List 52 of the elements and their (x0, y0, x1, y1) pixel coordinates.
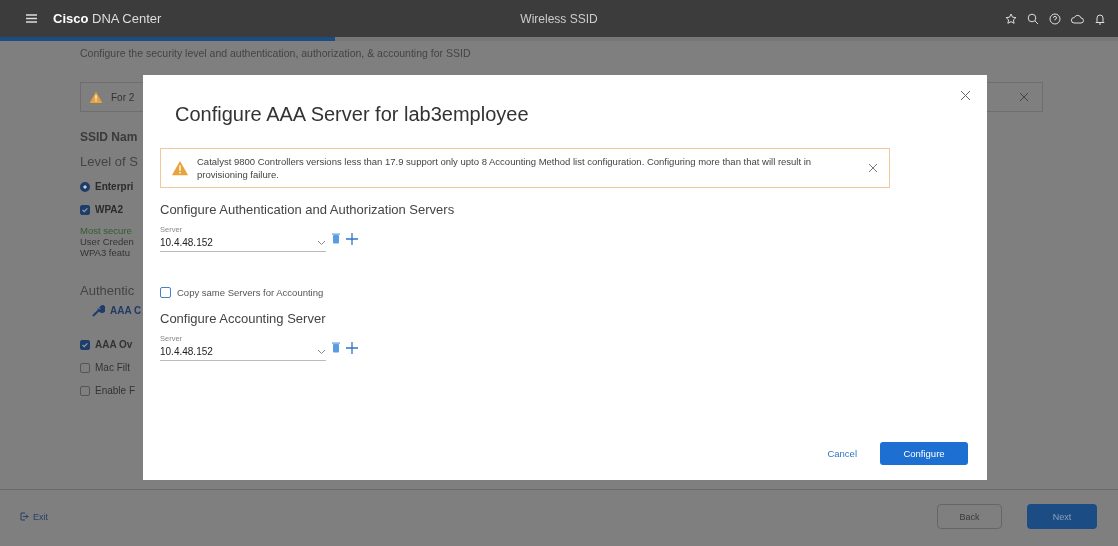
configure-button[interactable]: Configure (880, 442, 968, 465)
alert-text: Catalyst 9800 Controllers versions less than 17.9 support only upto 8 Accounting Method list configuration. Configuring more than that will result in provisioning failure. (197, 155, 813, 181)
option-label: Enterpri (95, 181, 134, 192)
checkbox[interactable] (80, 204, 90, 215)
exit-link[interactable]: Exit (33, 511, 48, 522)
menu-icon[interactable] (26, 14, 37, 23)
checkbox[interactable] (80, 362, 90, 373)
aaa-link[interactable]: AAA C (110, 305, 142, 316)
checkbox[interactable] (160, 287, 171, 298)
chevron-down-icon (317, 239, 326, 246)
close-icon (869, 164, 877, 172)
chevron-down-icon (317, 348, 326, 355)
next-button[interactable]: Next (1027, 504, 1097, 529)
dialog-title: Configure AAA Server for lab3employee (175, 103, 530, 126)
close-button[interactable] (867, 162, 879, 174)
wrench-icon (92, 304, 105, 317)
section-label: Level of S (80, 154, 139, 169)
checkbox-label: Copy same Servers for Accounting (177, 287, 324, 298)
checkbox[interactable] (80, 339, 90, 350)
search-icon[interactable] (1027, 12, 1039, 25)
checkbox-label: Mac Filt (95, 362, 130, 373)
section-title: SSID Nam (80, 130, 139, 144)
section-label: Authentic (80, 283, 136, 298)
warning-icon (89, 90, 103, 104)
radio-button[interactable] (80, 181, 90, 192)
description-line: WPA3 featu (80, 247, 131, 258)
close-icon (961, 91, 970, 100)
plus-icon[interactable] (346, 341, 358, 354)
warning-icon (171, 159, 189, 177)
bell-icon[interactable] (1094, 12, 1106, 25)
trash-icon[interactable] (332, 342, 340, 353)
checkbox-label: Enable F (95, 385, 136, 396)
warning-text: For 2 (111, 91, 135, 103)
description-line: Most secure (80, 225, 133, 236)
app-title: Cisco DNA Center (53, 11, 162, 26)
star-icon[interactable] (1005, 12, 1017, 25)
section-heading: Configure Authentication and Authorization Servers (160, 202, 456, 217)
description-line: User Creden (80, 236, 135, 247)
page-title: Wireless SSID (520, 11, 598, 26)
close-icon[interactable] (1020, 93, 1028, 101)
cancel-button[interactable]: Cancel (821, 447, 863, 460)
cloud-icon[interactable] (1071, 12, 1084, 25)
section-heading: Configure Accounting Server (160, 311, 327, 326)
option-label: WPA2 (95, 204, 124, 215)
exit-icon[interactable] (20, 512, 29, 521)
back-button[interactable]: Back (937, 504, 1002, 529)
checkbox[interactable] (80, 385, 90, 396)
checkbox-label: AAA Ov (95, 339, 133, 350)
plus-icon[interactable] (346, 232, 358, 245)
trash-icon[interactable] (332, 233, 340, 244)
close-button[interactable] (959, 89, 972, 102)
help-icon[interactable] (1049, 12, 1061, 25)
